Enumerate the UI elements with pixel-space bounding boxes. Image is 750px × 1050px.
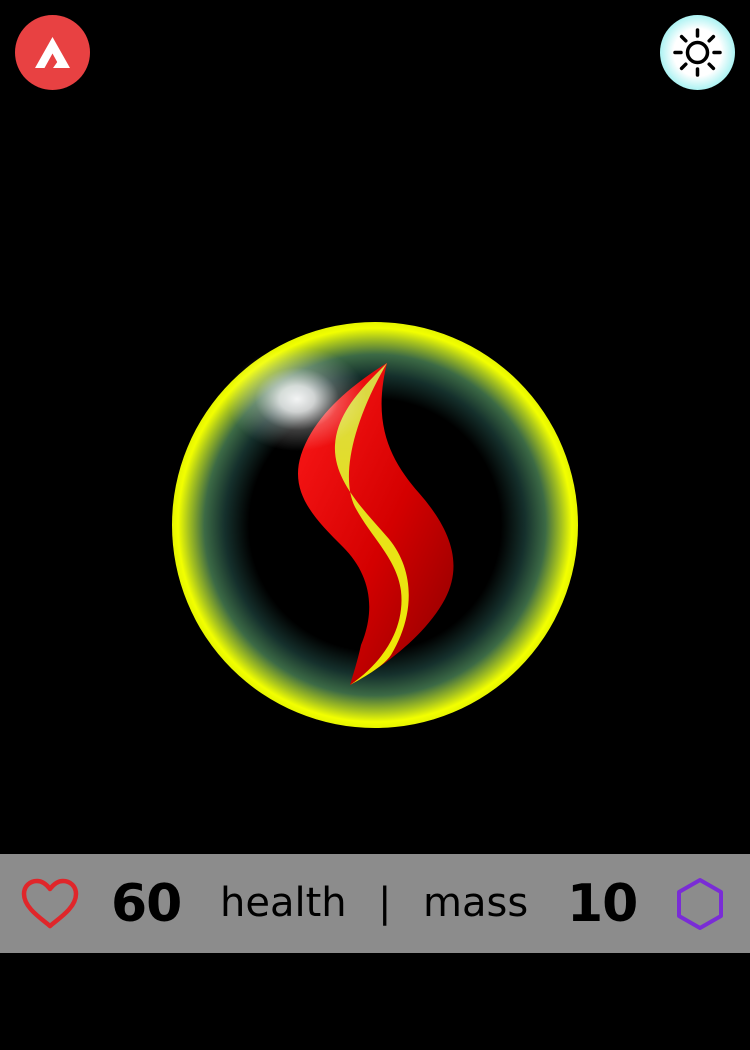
- health-label: health: [220, 880, 347, 926]
- mass-label: mass: [423, 880, 529, 926]
- stats-bar: 60 health | mass 10: [0, 854, 750, 953]
- stats-separator: |: [378, 880, 392, 926]
- mass-value: 10: [567, 874, 638, 934]
- creature-orb-graphic: [172, 322, 578, 728]
- hexagon-icon: [677, 878, 723, 930]
- sun-icon: [673, 28, 722, 77]
- avalanche-logo-button[interactable]: [15, 15, 90, 90]
- creature-orb[interactable]: [165, 315, 585, 735]
- orb-shine: [227, 347, 367, 451]
- avalanche-logo-icon: [35, 37, 70, 68]
- heart-icon: [21, 878, 79, 929]
- theme-toggle-button[interactable]: [660, 15, 735, 90]
- health-value: 60: [111, 874, 182, 934]
